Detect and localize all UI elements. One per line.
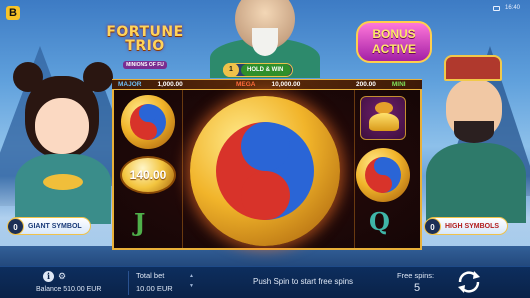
spin-button[interactable] [452, 267, 486, 297]
status-message: Push Spin to start free spins [253, 277, 354, 286]
sage-character [210, 0, 320, 78]
jackpot-major: MAJOR 1,000.00 [118, 81, 183, 88]
high-symbols-button[interactable]: 0 HIGH SYMBOLS [424, 217, 509, 235]
q-symbol: Q [369, 207, 390, 236]
game-scene: B 16:40 FORTUNE TRIO MINIONS OF FU BONUS… [0, 0, 530, 266]
hold-and-win-indicator: 1 HOLD & WIN [223, 63, 294, 77]
logo-title-line1: FORTUNE [106, 24, 184, 40]
gear-icon[interactable]: ⚙ [58, 271, 68, 281]
high-symbols-count: 0 [424, 217, 441, 235]
bet-stepper-icon[interactable]: ▲ ▼ [189, 271, 194, 291]
coin-symbol: 140.00 [120, 156, 176, 194]
jackpot-mini: 200.00 MINI [356, 81, 406, 88]
giant-symbol-count: 0 [7, 217, 24, 235]
high-symbols-label: HIGH SYMBOLS [445, 222, 500, 230]
balance: Balance 510.00 EUR [36, 286, 102, 293]
clock: 16:40 [504, 5, 520, 11]
free-spins-label: Free spins: [397, 271, 435, 280]
giant-symbol-button[interactable]: 0 GIANT SYMBOL [7, 217, 91, 235]
yin-yang-symbol-reel3 [356, 148, 410, 202]
logo-title-line2: TRIO [125, 38, 165, 54]
giant-symbol-label: GIANT SYMBOL [28, 222, 82, 230]
game-logo: FORTUNE TRIO MINIONS OF FU [102, 24, 188, 69]
giant-yin-yang-symbol [190, 96, 340, 246]
wifi-icon [492, 5, 500, 11]
free-spins-value: 5 [414, 282, 421, 294]
info-icon[interactable]: i [43, 271, 54, 282]
total-bet-label: Total bet [136, 271, 165, 280]
logo-subtitle: MINIONS OF FU [123, 61, 167, 69]
yin-yang-symbol-reel1 [121, 95, 175, 149]
brand-icon: B [6, 6, 20, 20]
gold-ingot-symbol [360, 96, 406, 140]
warrior-character [418, 55, 528, 223]
hold-and-win-label: HOLD & WIN [241, 64, 292, 76]
bottom-bar: i ⚙ Balance 510.00 EUR Total bet 10.00 E… [0, 266, 530, 298]
system-tray: 16:40 [492, 5, 520, 11]
girl-character [5, 62, 115, 224]
hold-and-win-count: 1 [223, 63, 239, 77]
total-bet-value[interactable]: 10.00 EUR [136, 284, 173, 293]
bonus-line1: BONUS [372, 27, 416, 41]
j-symbol: J [134, 208, 146, 237]
spin-icon [458, 271, 480, 293]
jackpot-bar: MAJOR 1,000.00 MEGA 10,000.00 200.00 MIN… [112, 79, 422, 90]
jackpot-mega: MEGA 10,000.00 [236, 81, 301, 88]
